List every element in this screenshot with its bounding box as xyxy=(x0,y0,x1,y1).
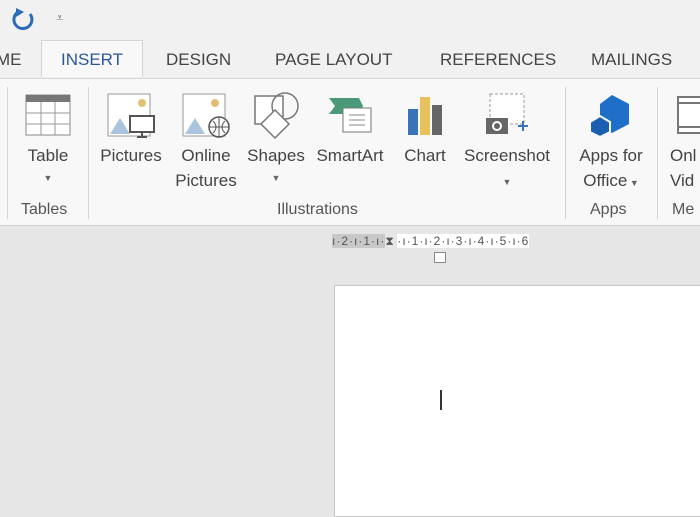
online-video-button[interactable]: Onl Vid xyxy=(668,87,700,193)
ribbon: Table ▼ Tables Pictures Online Pictures … xyxy=(0,79,700,226)
chevron-down-icon: ▼ xyxy=(43,173,53,183)
chart-icon xyxy=(408,97,442,135)
group-label-apps: Apps xyxy=(590,201,627,218)
customize-quick-access-icon[interactable]: ⩡ xyxy=(56,10,63,26)
chart-button[interactable]: Chart xyxy=(398,87,452,168)
screenshot-icon xyxy=(486,93,528,134)
pictures-button[interactable]: Pictures xyxy=(96,87,166,168)
indent-marker[interactable]: ⧗ xyxy=(385,234,397,249)
group-divider xyxy=(7,87,8,219)
video-icon xyxy=(677,96,700,134)
online-pictures-label-2: Pictures xyxy=(175,171,237,190)
pictures-icon xyxy=(107,93,155,138)
quick-access-toolbar: ⩡ xyxy=(0,0,700,42)
group-label-illustrations: Illustrations xyxy=(277,201,358,218)
redo-icon[interactable] xyxy=(10,6,36,32)
ruler-margin: ı·2·ı·1·ı· xyxy=(332,234,386,248)
group-divider xyxy=(657,87,658,219)
tab-insert[interactable]: INSERT xyxy=(41,40,144,77)
table-icon xyxy=(25,94,71,136)
group-divider xyxy=(565,87,566,219)
group-label-tables: Tables xyxy=(21,201,68,218)
apps-for-office-icon xyxy=(589,95,629,138)
apps-for-office-label: Apps for xyxy=(579,146,643,165)
apps-for-office-label-2: Office xyxy=(583,171,628,190)
left-indent-marker[interactable] xyxy=(434,252,446,263)
ruler-text-area: ·ı·1·ı·2·ı·3·ı·4·ı·5·ı·6 xyxy=(397,234,530,248)
screenshot-label: Screenshot xyxy=(464,146,550,165)
chevron-down-icon: ▼ xyxy=(627,178,639,188)
screenshot-button[interactable]: Screenshot ▼ xyxy=(458,87,556,192)
apps-for-office-button[interactable]: Apps for Office ▼ xyxy=(572,87,650,193)
chart-label: Chart xyxy=(404,146,446,165)
chevron-down-icon: ▼ xyxy=(502,177,512,187)
group-divider xyxy=(88,87,89,219)
online-video-label-2: Vid xyxy=(670,171,695,190)
text-cursor xyxy=(440,390,442,410)
online-pictures-icon xyxy=(182,93,230,138)
shapes-icon xyxy=(254,92,299,140)
ribbon-tabs: ME INSERT DESIGN PAGE LAYOUT REFERENCES … xyxy=(0,40,700,79)
shapes-button[interactable]: Shapes ▼ xyxy=(245,87,307,188)
tab-mailings[interactable]: MAILINGS xyxy=(591,50,672,70)
online-video-label: Onl xyxy=(670,146,697,165)
group-label-media: Me xyxy=(672,201,695,218)
smartart-button[interactable]: SmartArt xyxy=(311,87,389,168)
table-button[interactable]: Table ▼ xyxy=(22,87,74,188)
tab-design[interactable]: DESIGN xyxy=(166,50,231,70)
chevron-down-icon: ▼ xyxy=(271,173,281,183)
tab-home[interactable]: ME xyxy=(0,50,22,70)
online-pictures-label: Online xyxy=(181,146,231,165)
document-page[interactable] xyxy=(334,285,700,517)
smartart-icon xyxy=(329,98,372,133)
online-pictures-button[interactable]: Online Pictures xyxy=(172,87,240,193)
horizontal-ruler[interactable]: ı·2·ı·1·ı·⧗ ·ı·1·ı·2·ı·3·ı·4·ı·5·ı·6 xyxy=(332,234,700,252)
shapes-label: Shapes xyxy=(247,146,305,165)
smartart-label: SmartArt xyxy=(316,146,384,165)
pictures-label: Pictures xyxy=(100,146,162,165)
tab-page-layout[interactable]: PAGE LAYOUT xyxy=(275,50,392,70)
table-label: Table xyxy=(27,146,69,165)
tab-references[interactable]: REFERENCES xyxy=(440,50,556,70)
